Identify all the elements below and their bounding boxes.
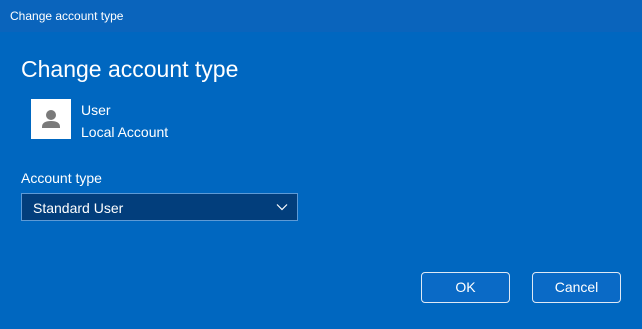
chevron-down-icon xyxy=(276,204,288,211)
account-kind: Local Account xyxy=(81,124,169,140)
dialog-heading: Change account type xyxy=(21,56,239,82)
change-account-type-dialog: Change account type Change account type … xyxy=(0,0,642,329)
avatar-silhouette xyxy=(31,99,71,139)
account-type-select[interactable]: Standard User xyxy=(21,193,298,221)
cancel-button[interactable]: Cancel xyxy=(532,272,621,303)
window-title: Change account type xyxy=(10,9,124,23)
title-bar[interactable]: Change account type xyxy=(0,0,642,32)
account-type-label: Account type xyxy=(21,170,102,186)
person-icon xyxy=(31,99,71,139)
ok-button[interactable]: OK xyxy=(421,272,510,303)
user-card: User Local Account xyxy=(31,99,331,141)
user-name: User xyxy=(81,102,111,118)
account-type-selected-value: Standard User xyxy=(33,200,124,216)
